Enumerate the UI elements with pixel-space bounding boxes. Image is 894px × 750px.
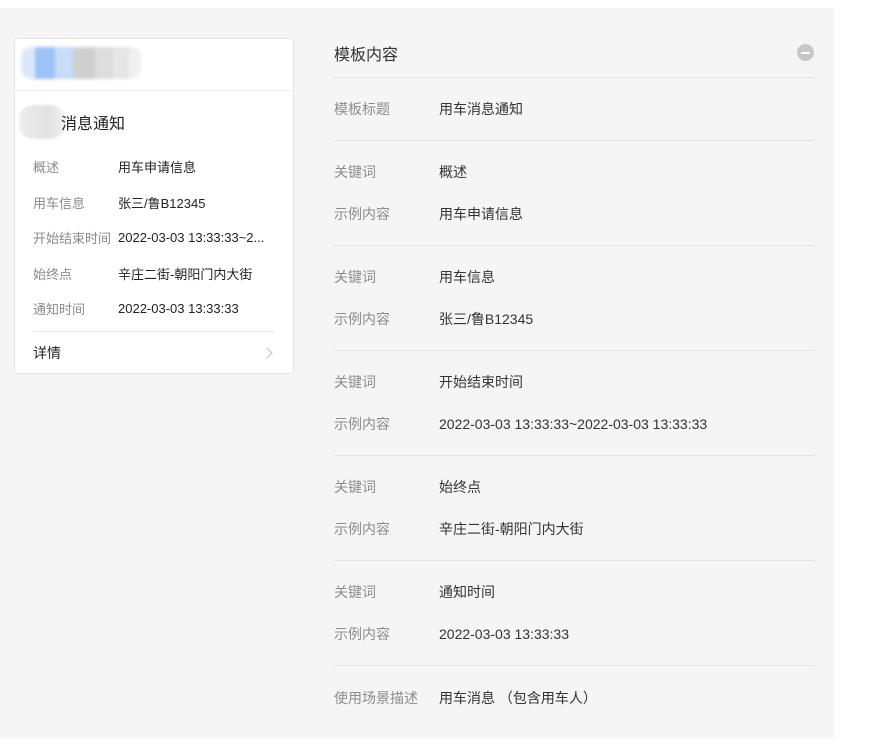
keyword-row: 关键词 始终点: [334, 466, 814, 508]
preview-field: 开始结束时间 2022-03-03 13:33:33~2...: [33, 220, 283, 256]
keyword-row: 关键词 通知时间: [334, 571, 814, 613]
preview-field-key: 概述: [33, 160, 60, 176]
example-label: 示例内容: [334, 206, 390, 222]
example-row: 示例内容 辛庄二街-朝阳门内大街: [334, 508, 814, 550]
scene-description-value: 用车消息 （包含用车人）: [439, 690, 597, 706]
preview-card-divider: [33, 331, 275, 332]
keyword-label: 关键词: [334, 479, 376, 495]
keyword-group: 关键词 通知时间 示例内容 2022-03-03 13:33:33: [334, 561, 814, 666]
keyword-group: 关键词 开始结束时间 示例内容 2022-03-03 13:33:33~2022…: [334, 351, 814, 456]
preview-field-value: 辛庄二街-朝阳门内大街: [118, 266, 253, 282]
example-row: 示例内容 2022-03-03 13:33:33: [334, 613, 814, 655]
preview-field: 概述 用车申请信息: [33, 149, 283, 185]
example-label: 示例内容: [334, 416, 390, 432]
template-title-row: 模板标题 用车消息通知: [334, 78, 814, 141]
scene-description-row: 使用场景描述 用车消息 （包含用车人）: [334, 666, 814, 730]
example-label: 示例内容: [334, 521, 390, 537]
preview-field-value: 2022-03-03 13:33:33~2...: [118, 230, 265, 246]
keyword-label: 关键词: [334, 164, 376, 180]
example-value: 用车申请信息: [439, 206, 523, 222]
detail-link[interactable]: 详情: [33, 339, 275, 367]
preview-field-value: 张三/鲁B12345: [118, 195, 206, 211]
keyword-group: 关键词 始终点 示例内容 辛庄二街-朝阳门内大街: [334, 456, 814, 561]
keyword-row: 关键词 概述: [334, 151, 814, 193]
preview-card-header: [15, 39, 293, 91]
keyword-label: 关键词: [334, 269, 376, 285]
scene-description-key: 使用场景描述: [334, 690, 418, 706]
example-value: 2022-03-03 13:33:33: [439, 626, 569, 642]
preview-field-value: 用车申请信息: [118, 160, 197, 176]
example-label: 示例内容: [334, 311, 390, 327]
keyword-value: 始终点: [439, 479, 481, 495]
example-label: 示例内容: [334, 626, 390, 642]
keyword-group: 关键词 用车信息 示例内容 张三/鲁B12345: [334, 246, 814, 351]
template-content-heading: 模板内容: [334, 46, 399, 64]
preview-title-row: 消息通知: [19, 105, 125, 139]
preview-field-key: 用车信息: [33, 195, 86, 211]
template-title-value: 用车消息通知: [439, 101, 523, 117]
keyword-value: 通知时间: [439, 584, 495, 600]
keyword-row: 关键词 开始结束时间: [334, 361, 814, 403]
keyword-value: 概述: [439, 164, 467, 180]
keyword-row: 关键词 用车信息: [334, 256, 814, 298]
preview-field-list: 概述 用车申请信息 用车信息 张三/鲁B12345 开始结束时间 2022-03…: [33, 149, 283, 327]
preview-field: 用车信息 张三/鲁B12345: [33, 185, 283, 221]
preview-field: 始终点 辛庄二街-朝阳门内大街: [33, 256, 283, 292]
keyword-label: 关键词: [334, 584, 376, 600]
example-row: 示例内容 用车申请信息: [334, 193, 814, 235]
message-preview-card: 消息通知 概述 用车申请信息 用车信息 张三/鲁B12345 开始结束时间 20…: [14, 38, 294, 374]
example-row: 示例内容 2022-03-03 13:33:33~2022-03-03 13:3…: [334, 403, 814, 445]
example-value: 2022-03-03 13:33:33~2022-03-03 13:33:33: [439, 416, 708, 432]
preview-field-key: 通知时间: [33, 302, 86, 318]
blurred-title-prefix: [19, 105, 65, 139]
template-title-key: 模板标题: [334, 101, 390, 117]
chevron-right-icon: [261, 347, 273, 359]
preview-field: 通知时间 2022-03-03 13:33:33: [33, 291, 283, 327]
preview-title: 消息通知: [61, 116, 126, 133]
keyword-group: 关键词 概述 示例内容 用车申请信息: [334, 141, 814, 246]
preview-field-key: 始终点: [33, 266, 73, 282]
keyword-label: 关键词: [334, 374, 376, 390]
example-value: 张三/鲁B12345: [439, 311, 534, 327]
preview-field-value: 2022-03-03 13:33:33: [118, 301, 239, 317]
template-content-header: 模板内容: [334, 28, 814, 78]
keyword-value: 用车信息: [439, 269, 495, 285]
preview-field-key: 开始结束时间: [33, 231, 112, 247]
template-content-section: 模板内容 模板标题 用车消息通知 关键词 概述 示例内容 用车申请信息 关键词 …: [334, 28, 814, 730]
blurred-app-logo: [21, 47, 141, 79]
example-value: 辛庄二街-朝阳门内大街: [439, 521, 584, 537]
example-row: 示例内容 张三/鲁B12345: [334, 298, 814, 340]
detail-label: 详情: [33, 345, 61, 361]
remove-circle-icon[interactable]: [797, 44, 814, 61]
keyword-value: 开始结束时间: [439, 374, 523, 390]
